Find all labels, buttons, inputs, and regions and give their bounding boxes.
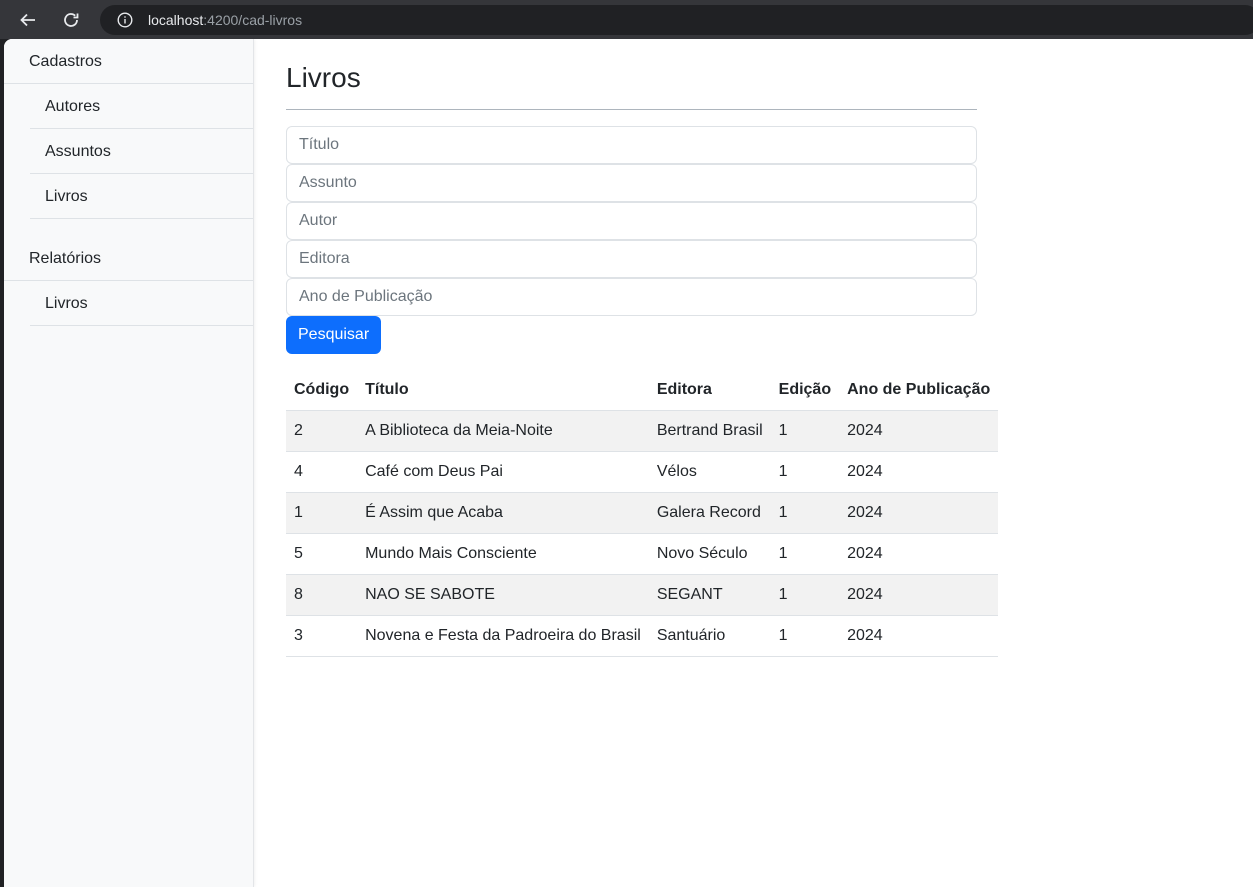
cell-ano: 2024 [839, 615, 999, 657]
cell-titulo: Mundo Mais Consciente [357, 533, 649, 575]
cell-codigo: 2 [286, 410, 358, 452]
table-row[interactable]: 4 Café com Deus Pai Vélos 1 2024 [286, 451, 999, 493]
reload-icon[interactable] [58, 7, 84, 33]
cell-editora: Santuário [648, 615, 771, 657]
cell-ano: 2024 [839, 451, 999, 493]
column-header-ano: Ano de Publicação [839, 370, 999, 411]
titulo-input[interactable] [286, 126, 977, 164]
info-icon[interactable] [116, 11, 134, 29]
sidebar: Cadastros Autores Assuntos Livros Relató… [4, 39, 254, 887]
cell-edicao: 1 [770, 492, 840, 534]
cell-editora: Bertrand Brasil [648, 410, 771, 452]
cell-edicao: 1 [770, 615, 840, 657]
url-text: localhost:4200/cad-livros [148, 12, 302, 28]
table-row[interactable]: 1 É Assim que Acaba Galera Record 1 2024 [286, 492, 999, 534]
cell-edicao: 1 [770, 451, 840, 493]
ano-publicacao-input[interactable] [286, 278, 977, 316]
page-content: Cadastros Autores Assuntos Livros Relató… [4, 39, 1253, 887]
table-row[interactable]: 3 Novena e Festa da Padroeira do Brasil … [286, 615, 999, 657]
books-table: Código Título Editora Edição Ano de Publ… [286, 370, 999, 657]
cell-ano: 2024 [839, 410, 999, 452]
url-path: :4200/cad-livros [203, 12, 303, 28]
cell-codigo: 8 [286, 574, 358, 616]
cell-editora: Vélos [648, 451, 771, 493]
sidebar-heading-relatorios: Relatórios [4, 236, 253, 281]
cell-titulo: A Biblioteca da Meia-Noite [357, 410, 649, 452]
sidebar-heading-cadastros: Cadastros [4, 39, 253, 84]
table-row[interactable]: 8 NAO SE SABOTE SEGANT 1 2024 [286, 574, 999, 616]
cell-edicao: 1 [770, 574, 840, 616]
assunto-input[interactable] [286, 164, 977, 202]
browser-toolbar: localhost:4200/cad-livros [0, 0, 1253, 39]
cell-editora: Novo Século [648, 533, 771, 575]
cell-codigo: 3 [286, 615, 358, 657]
editora-input[interactable] [286, 240, 977, 278]
table-header-row: Código Título Editora Edição Ano de Publ… [286, 370, 999, 411]
cell-edicao: 1 [770, 533, 840, 575]
page-title: Livros [286, 62, 361, 93]
table-row[interactable]: 5 Mundo Mais Consciente Novo Século 1 20… [286, 533, 999, 575]
column-header-editora: Editora [648, 370, 771, 411]
sidebar-item-relatorio-livros[interactable]: Livros [30, 281, 253, 326]
cell-ano: 2024 [839, 533, 999, 575]
title-divider [286, 109, 977, 110]
cell-titulo: Café com Deus Pai [357, 451, 649, 493]
cell-edicao: 1 [770, 410, 840, 452]
cell-editora: SEGANT [648, 574, 771, 616]
address-bar[interactable]: localhost:4200/cad-livros [100, 5, 1253, 35]
sidebar-group-cadastros: Cadastros Autores Assuntos Livros [4, 39, 253, 219]
autor-input[interactable] [286, 202, 977, 240]
main-content: Livros Pesquisar Código Título Editora E… [286, 39, 999, 657]
sidebar-item-assuntos[interactable]: Assuntos [30, 129, 253, 174]
column-header-edicao: Edição [770, 370, 840, 411]
cell-editora: Galera Record [648, 492, 771, 534]
cell-codigo: 4 [286, 451, 358, 493]
sidebar-item-autores[interactable]: Autores [30, 84, 253, 129]
url-host: localhost [148, 12, 204, 28]
search-button[interactable]: Pesquisar [286, 316, 382, 354]
sidebar-item-livros[interactable]: Livros [30, 174, 253, 219]
table-row[interactable]: 2 A Biblioteca da Meia-Noite Bertrand Br… [286, 410, 999, 452]
cell-titulo: Novena e Festa da Padroeira do Brasil [357, 615, 649, 657]
cell-ano: 2024 [839, 492, 999, 534]
cell-titulo: É Assim que Acaba [357, 492, 649, 534]
cell-codigo: 5 [286, 533, 358, 575]
search-form: Pesquisar [286, 126, 977, 354]
back-arrow-icon[interactable] [15, 7, 41, 33]
cell-titulo: NAO SE SABOTE [357, 574, 649, 616]
cell-ano: 2024 [839, 574, 999, 616]
column-header-codigo: Código [286, 370, 358, 411]
sidebar-group-relatorios: Relatórios Livros [4, 236, 253, 326]
cell-codigo: 1 [286, 492, 358, 534]
column-header-titulo: Título [357, 370, 649, 411]
